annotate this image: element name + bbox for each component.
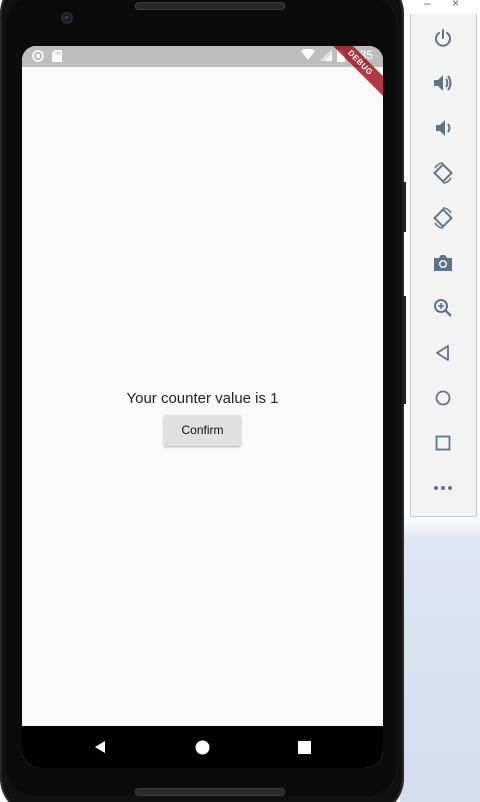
wifi-icon	[300, 49, 315, 60]
close-button[interactable]: ×	[452, 0, 459, 10]
overview-button[interactable]	[431, 431, 455, 455]
navigation-bar	[22, 726, 383, 768]
app-content: Your counter value is 1 Confirm	[22, 67, 383, 726]
rotate-right-icon	[433, 207, 453, 229]
more-icon	[434, 486, 452, 490]
overview-square-icon	[297, 740, 311, 754]
rotate-left-icon	[433, 162, 453, 184]
volume-up-icon	[434, 75, 452, 91]
nav-back-button[interactable]	[89, 736, 111, 758]
rotate-right-button[interactable]	[431, 206, 455, 230]
emulator-toolbar	[410, 14, 477, 517]
counter-text: Your counter value is 1	[126, 390, 279, 407]
earpiece-speaker	[135, 2, 285, 10]
home-icon	[435, 390, 451, 406]
back-button[interactable]	[431, 341, 455, 365]
window-controls: – ×	[410, 0, 476, 14]
status-bar: 7:35 DEBUG	[22, 46, 383, 100]
home-button[interactable]	[431, 386, 455, 410]
sd-card-icon	[52, 50, 62, 62]
side-button[interactable]	[402, 182, 406, 232]
nav-overview-button[interactable]	[293, 736, 315, 758]
status-left	[32, 50, 62, 62]
volume-down-button[interactable]	[431, 116, 455, 140]
zoom-button[interactable]	[431, 296, 455, 320]
minimize-button[interactable]: –	[424, 0, 431, 10]
back-icon	[436, 345, 449, 361]
volume-down-icon	[436, 120, 451, 136]
back-triangle-icon	[95, 741, 105, 753]
signal-icon	[319, 49, 332, 61]
side-button[interactable]	[402, 296, 406, 404]
nav-home-button[interactable]	[191, 736, 213, 758]
bottom-speaker	[135, 788, 285, 796]
zoom-icon	[434, 299, 452, 317]
camera-icon	[434, 255, 452, 271]
front-camera	[61, 12, 73, 24]
confirm-button[interactable]: Confirm	[164, 415, 241, 446]
power-button[interactable]	[431, 26, 455, 50]
home-circle-icon	[195, 740, 209, 754]
overview-icon	[435, 435, 451, 451]
rotate-left-button[interactable]	[431, 161, 455, 185]
screenshot-button[interactable]	[431, 251, 455, 275]
power-icon	[435, 29, 451, 47]
device-screen: 7:35 DEBUG Your counter value is 1 Confi…	[22, 46, 383, 768]
sync-icon	[32, 50, 44, 62]
volume-up-button[interactable]	[431, 71, 455, 95]
more-button[interactable]	[431, 476, 455, 500]
